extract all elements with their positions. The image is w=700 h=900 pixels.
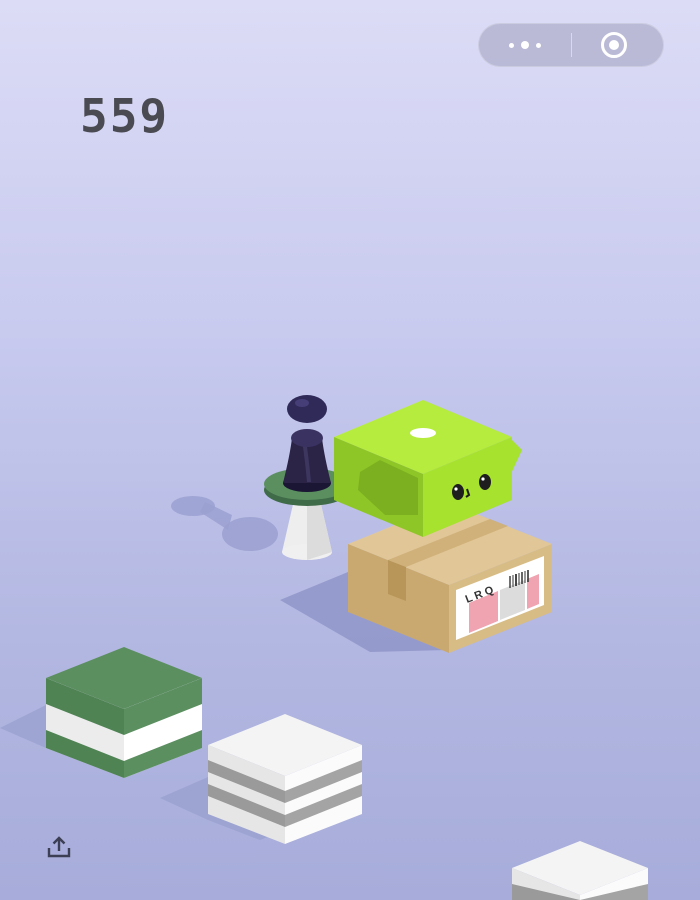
mini-program-capsule bbox=[478, 23, 664, 67]
player-shadow bbox=[171, 496, 278, 551]
target-ring-icon bbox=[601, 32, 627, 58]
player-piece bbox=[283, 395, 331, 492]
upcoming-white-block bbox=[512, 841, 648, 900]
score-display: 559 bbox=[80, 92, 240, 140]
share-upload-icon bbox=[47, 836, 71, 858]
close-button[interactable] bbox=[572, 24, 664, 66]
lime-cube-block bbox=[334, 400, 522, 537]
dot-3 bbox=[536, 43, 541, 48]
share-button[interactable] bbox=[44, 834, 74, 862]
score-value: 559 bbox=[80, 89, 170, 143]
dot-1 bbox=[509, 43, 514, 48]
more-button[interactable] bbox=[479, 24, 571, 66]
green-striped-block bbox=[0, 647, 202, 778]
dot-2 bbox=[521, 41, 529, 49]
